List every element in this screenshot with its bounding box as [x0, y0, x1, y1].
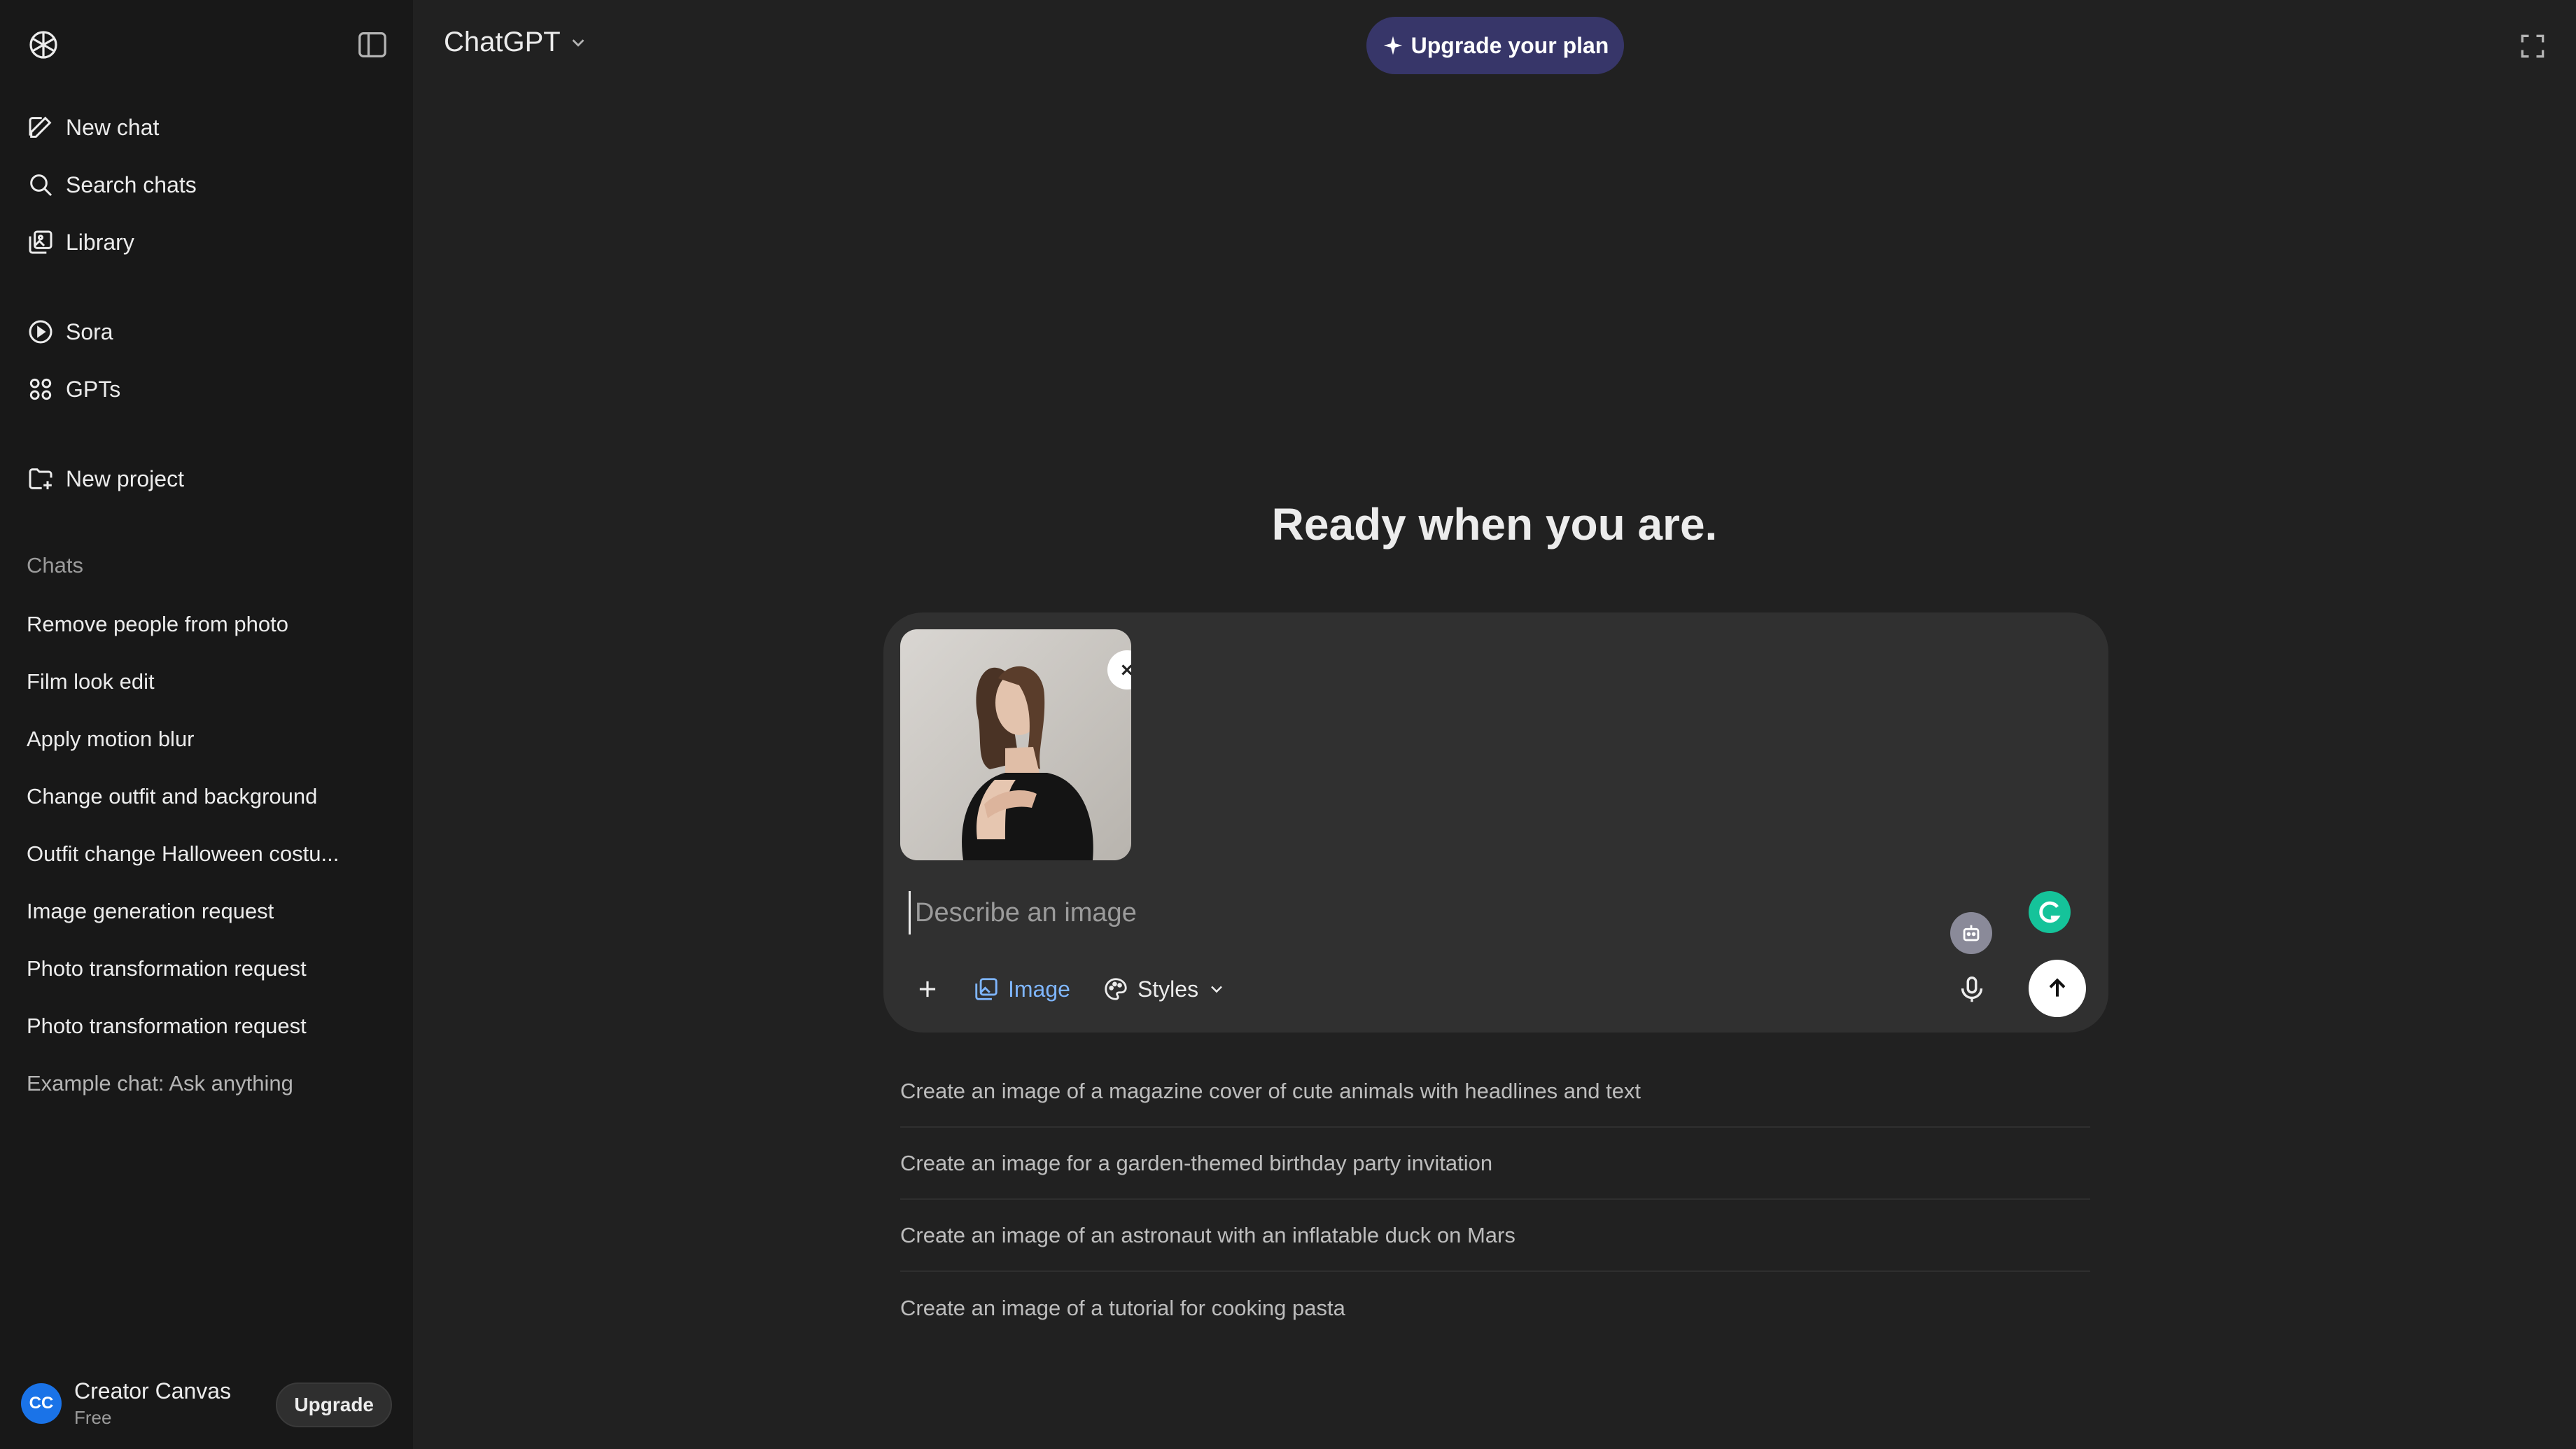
- suggestion-item[interactable]: Create an image of an astronaut with an …: [900, 1200, 2090, 1272]
- attached-photo: [900, 629, 1131, 860]
- chat-history-item[interactable]: Apply motion blur: [27, 727, 356, 752]
- microphone-icon[interactable]: [1956, 974, 1988, 1006]
- composer-toolbar: Image Styles: [904, 967, 1249, 1011]
- grid-icon: [29, 378, 52, 400]
- sidebar-item-sora[interactable]: Sora: [27, 311, 113, 353]
- sidebar-item-new-chat[interactable]: New chat: [27, 106, 159, 148]
- sidebar-item-label: Search chats: [66, 172, 197, 197]
- arrow-up-icon: [2049, 978, 2066, 997]
- image-tool-button[interactable]: Image: [963, 967, 1080, 1011]
- chevron-down-icon: [1211, 986, 1222, 993]
- library-icon: [29, 230, 52, 254]
- suggestion-item[interactable]: Create an image of a tutorial for cookin…: [900, 1272, 2090, 1344]
- sparkle-icon: [1383, 36, 1402, 55]
- sidebar-item-search-chats[interactable]: Search chats: [27, 164, 197, 206]
- sidebar: New chat Search chats Library Sora GPTs …: [0, 0, 413, 1449]
- prompt-input[interactable]: [909, 891, 1889, 934]
- new-chat-icon: [29, 116, 52, 138]
- chat-history-item[interactable]: Photo transformation request: [27, 1014, 356, 1039]
- prompt-composer: Image Styles: [883, 612, 2108, 1032]
- chat-history-item[interactable]: Image generation request: [27, 899, 356, 924]
- main-panel: ChatGPT Upgrade your plan Ready when you…: [413, 0, 2576, 1449]
- chat-history-item[interactable]: Film look edit: [27, 669, 356, 694]
- search-icon: [30, 174, 52, 197]
- sidebar-item-label: Library: [66, 229, 134, 255]
- styles-label: Styles: [1137, 976, 1199, 1002]
- upgrade-plan-label: Upgrade your plan: [1410, 32, 1609, 58]
- sidebar-item-gpts[interactable]: GPTs: [27, 368, 120, 410]
- sidebar-item-label: New project: [66, 465, 184, 491]
- chevron-down-icon: [572, 38, 584, 47]
- model-selector[interactable]: ChatGPT: [444, 27, 589, 58]
- chat-history-item[interactable]: Photo transformation request: [27, 956, 356, 981]
- account-name: Creator Canvas: [74, 1378, 232, 1404]
- sidebar-item-label: GPTs: [66, 376, 121, 402]
- sidebar-item-label: Sora: [66, 318, 113, 344]
- account-plan: Free: [74, 1407, 112, 1428]
- chat-history-item[interactable]: Outfit change Halloween costu...: [27, 841, 356, 867]
- model-name: ChatGPT: [444, 27, 561, 57]
- suggestion-item[interactable]: Create an image of a magazine cover of c…: [900, 1056, 2090, 1128]
- sidebar-toggle-icon[interactable]: [357, 31, 388, 59]
- chat-history-item[interactable]: Change outfit and background: [27, 784, 356, 809]
- sidebar-item-label: New chat: [66, 114, 160, 140]
- send-button[interactable]: [2029, 960, 2086, 1017]
- suggestion-item[interactable]: Create an image for a garden-themed birt…: [900, 1128, 2090, 1200]
- expand-icon[interactable]: [2517, 31, 2548, 62]
- app-window: New chat Search chats Library Sora GPTs …: [0, 0, 2576, 1449]
- attached-image-thumbnail[interactable]: [900, 629, 1131, 860]
- grammarly-icon[interactable]: [2029, 891, 2071, 933]
- account-menu[interactable]: CC Creator Canvas Free Upgrade: [21, 1376, 392, 1432]
- add-attachment-button[interactable]: [904, 967, 951, 1011]
- chat-history-item[interactable]: Example chat: Ask anything: [27, 1071, 356, 1096]
- extension-robot-icon[interactable]: [1950, 912, 1992, 954]
- image-icon: [975, 978, 997, 1000]
- openai-logo-icon[interactable]: [27, 28, 60, 62]
- close-icon: [1121, 664, 1131, 676]
- upgrade-plan-button[interactable]: Upgrade your plan: [1366, 17, 1624, 74]
- upgrade-button[interactable]: Upgrade: [276, 1382, 392, 1427]
- palette-icon: [1105, 978, 1127, 1000]
- image-tool-label: Image: [1008, 976, 1070, 1002]
- account-info: Creator Canvas Free: [74, 1378, 231, 1429]
- styles-dropdown[interactable]: Styles: [1093, 967, 1236, 1011]
- sidebar-item-library[interactable]: Library: [27, 221, 134, 263]
- chats-section-label: Chats: [27, 553, 83, 578]
- sidebar-item-new-project[interactable]: New project: [27, 458, 184, 500]
- play-circle-icon: [29, 320, 52, 344]
- new-folder-icon: [29, 468, 52, 489]
- plus-icon: [919, 981, 936, 997]
- page-title: Ready when you are.: [1271, 499, 1718, 550]
- suggestion-list: Create an image of a magazine cover of c…: [900, 1056, 2090, 1344]
- avatar: CC: [21, 1383, 62, 1424]
- chat-history-item[interactable]: Remove people from photo: [27, 612, 356, 637]
